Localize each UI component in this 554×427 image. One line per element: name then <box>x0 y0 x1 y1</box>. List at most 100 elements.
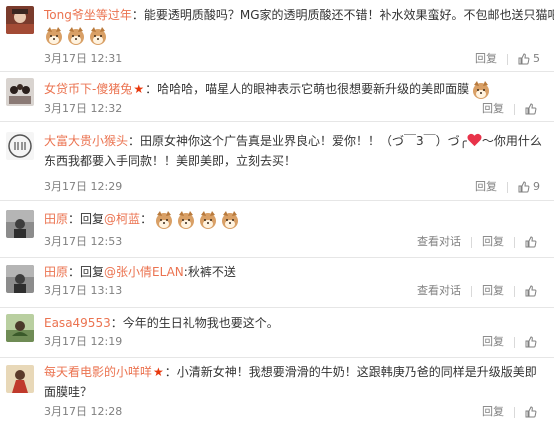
divider <box>514 336 515 348</box>
comment-time: 3月17日 12:32 <box>44 102 123 115</box>
like-count: 5 <box>533 52 540 65</box>
comment-time: 3月17日 12:28 <box>44 405 123 418</box>
shiba-sticker-icon <box>46 27 62 45</box>
comment-item: 田原：回复@张小倩ELAN:秋裤不送 3月17日 13:13 查看对话 回复 <box>0 258 554 308</box>
thumbs-up-icon <box>525 285 537 297</box>
like-button[interactable] <box>525 285 540 297</box>
shiba-sticker-icon <box>178 210 195 229</box>
comment-time: 3月17日 12:31 <box>44 52 123 65</box>
comment-meta: 3月17日 12:31 回复 5 <box>44 50 540 68</box>
view-conversation-button[interactable]: 查看对话 <box>417 233 461 251</box>
shiba-sticker-icon <box>222 210 239 229</box>
comment-text: 哈哈哈，喵星人的眼神表示它萌也很想要新升级的美即面膜 <box>157 82 470 96</box>
comment-body: Tong爷坐等过年：能要透明质酸吗？MG家的透明质酸还不错！补水效果蛮好。不包邮… <box>44 5 554 25</box>
comment-text: 能要透明质酸吗？MG家的透明质酸还不错！补水效果蛮好。不包邮也送只猫吧！ <box>143 8 554 22</box>
mention-link[interactable]: @柯蓝 <box>104 212 140 226</box>
reply-button[interactable]: 回复 <box>482 100 504 118</box>
shiba-sticker-icon <box>156 210 173 229</box>
comment-item: 田原：回复@柯蓝： 3月17日 12:53 查看对话 回复 <box>0 201 554 258</box>
separator: ： <box>164 365 177 379</box>
comment-time: 3月17日 12:19 <box>44 335 123 348</box>
comment-meta: 3月17日 12:32 回复 <box>44 100 540 118</box>
reply-button[interactable]: 回复 <box>475 178 497 196</box>
reply-button[interactable]: 回复 <box>475 50 497 68</box>
comment-item: 大富大贵小猴头：田原女神你这个广告真是业界良心！爱你！！（づ￣3￣）づ╭ ～你用什… <box>0 122 554 201</box>
thumbs-up-icon <box>518 53 530 65</box>
comment-body: 女贷币下-傻猪兔★：哈哈哈，喵星人的眼神表示它萌也很想要新升级的美即面膜 <box>44 79 546 100</box>
comment-username[interactable]: 田原 <box>44 265 68 279</box>
comment-body: 大富大贵小猴头：田原女神你这个广告真是业界良心！爱你！！（づ￣3￣）づ╭ ～你用什… <box>44 131 546 171</box>
avatar[interactable] <box>6 78 34 106</box>
comment-username[interactable]: 大富大贵小猴头 <box>44 134 128 148</box>
comment-username[interactable]: 每天看电影的小咩咩 <box>44 365 152 379</box>
comment-meta: 3月17日 12:29 回复 9 <box>44 178 540 196</box>
reply-button[interactable]: 回复 <box>482 403 504 421</box>
avatar[interactable] <box>6 210 34 238</box>
shiba-sticker-icon <box>473 80 490 99</box>
comment-username[interactable]: 女贷币下-傻猪兔 <box>44 82 132 96</box>
comment-username[interactable]: Tong爷坐等过年 <box>44 8 132 22</box>
view-conversation-button[interactable]: 查看对话 <box>417 282 461 300</box>
thumbs-up-icon <box>525 236 537 248</box>
comment-meta: 3月17日 12:53 查看对话 回复 <box>44 233 540 251</box>
thumbs-up-icon <box>525 406 537 418</box>
sticker-row <box>44 26 108 46</box>
like-button[interactable]: 5 <box>518 50 540 68</box>
reply-prefix: 回复 <box>80 212 105 226</box>
comment-username[interactable]: Easa49553 <box>44 316 111 330</box>
thumbs-up-icon <box>525 103 537 115</box>
like-button[interactable] <box>525 336 540 348</box>
shiba-sticker-icon <box>68 27 84 45</box>
like-button[interactable] <box>525 103 540 115</box>
avatar[interactable] <box>6 132 34 160</box>
heart-icon <box>467 133 482 147</box>
comment-item: 每天看电影的小咩咩★：小清新女神！我想要滑滑的牛奶！这跟韩庚乃爸的同样是升级版美… <box>0 358 554 427</box>
reply-button[interactable]: 回复 <box>482 282 504 300</box>
separator: ： <box>110 316 123 330</box>
divider <box>514 285 515 297</box>
separator: ： <box>131 8 144 22</box>
comment-time: 3月17日 13:13 <box>44 284 123 297</box>
shiba-sticker-icon <box>90 27 106 45</box>
divider <box>471 236 472 248</box>
comment-text: 田原女神你这个广告真是业界良心！爱你！！（づ￣3￣）づ╭ <box>140 134 467 148</box>
reply-button[interactable]: 回复 <box>482 233 504 251</box>
comment-body: 田原：回复@柯蓝： <box>44 209 546 230</box>
like-button[interactable] <box>525 406 540 418</box>
avatar[interactable] <box>6 265 34 293</box>
comment-body: Easa49553：今年的生日礼物我也要这个。 <box>44 313 546 333</box>
thumbs-up-icon <box>518 181 530 193</box>
separator: ： <box>68 265 81 279</box>
reply-button[interactable]: 回复 <box>482 333 504 351</box>
divider <box>514 406 515 418</box>
separator: ： <box>140 212 153 226</box>
comment-username[interactable]: 田原 <box>44 212 68 226</box>
divider <box>514 103 515 115</box>
comment-item: 女贷币下-傻猪兔★：哈哈哈，喵星人的眼神表示它萌也很想要新升级的美即面膜 3月1… <box>0 72 554 122</box>
verified-star-icon: ★ <box>153 365 164 379</box>
thumbs-up-icon <box>525 336 537 348</box>
comment-text: 今年的生日礼物我也要这个。 <box>122 316 279 330</box>
separator: ： <box>145 82 158 96</box>
like-button[interactable]: 9 <box>518 178 540 196</box>
avatar[interactable] <box>6 6 34 34</box>
comment-time: 3月17日 12:29 <box>44 180 123 193</box>
avatar[interactable] <box>6 314 34 342</box>
like-count: 9 <box>533 180 540 193</box>
comment-time: 3月17日 12:53 <box>44 235 123 248</box>
reply-prefix: 回复 <box>80 265 105 279</box>
divider <box>471 285 472 297</box>
comment-body: 田原：回复@张小倩ELAN:秋裤不送 <box>44 262 546 282</box>
comment-meta: 3月17日 12:28 回复 <box>44 403 540 421</box>
verified-star-icon: ★ <box>133 82 145 96</box>
comment-item: Easa49553：今年的生日礼物我也要这个。 3月17日 12:19 回复 <box>0 308 554 358</box>
comment-body: 每天看电影的小咩咩★：小清新女神！我想要滑滑的牛奶！这跟韩庚乃爸的同样是升级版美… <box>44 362 546 402</box>
comment-meta: 3月17日 12:19 回复 <box>44 333 540 351</box>
separator: ： <box>128 134 141 148</box>
avatar[interactable] <box>6 365 34 393</box>
comment-feed: Tong爷坐等过年：能要透明质酸吗？MG家的透明质酸还不错！补水效果蛮好。不包邮… <box>0 0 554 427</box>
divider <box>514 236 515 248</box>
comment-text: 秋裤不送 <box>187 265 236 279</box>
mention-link[interactable]: @张小倩ELAN <box>104 265 184 279</box>
like-button[interactable] <box>525 236 540 248</box>
